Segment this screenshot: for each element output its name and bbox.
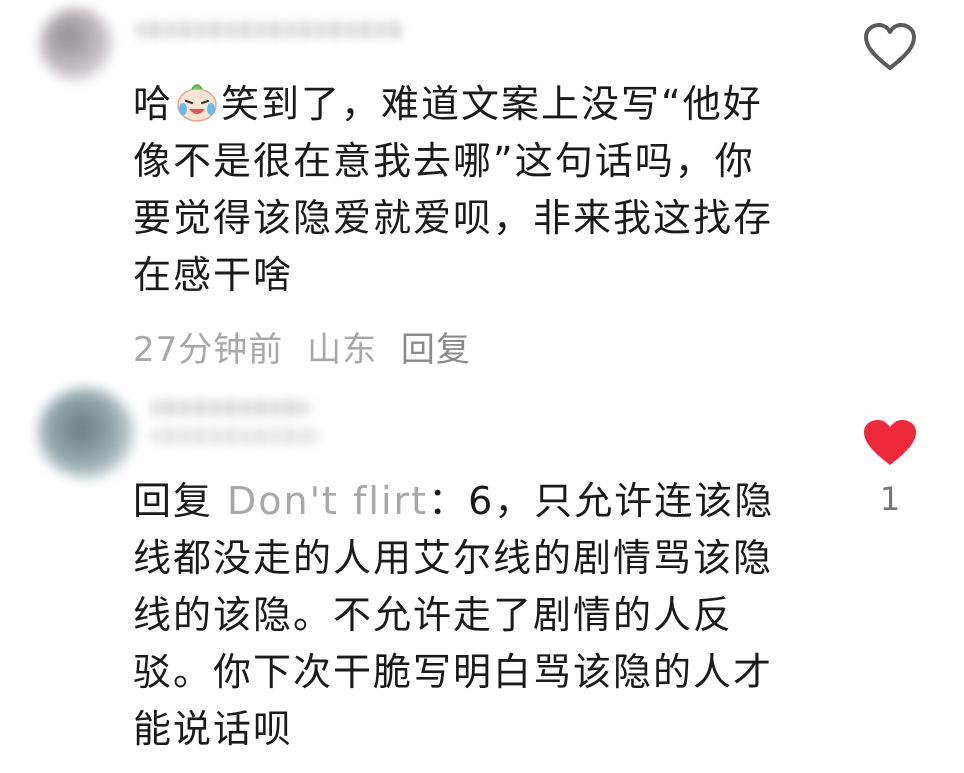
comment-time: 27分钟前 [133,330,284,370]
username[interactable] [150,400,310,416]
comment-text: 哈 笑到了，难道文案上没写“他好像不是很在意我去哪”这句话吗，你要觉得该隐爱就爱… [133,76,793,304]
username-extra [150,428,320,444]
like-heart-filled-icon[interactable] [862,418,918,468]
comment-text: 回复 Don't flirt：6，只允许连该隐线都没走的人用艾尔线的剧情骂该隐线的… [133,479,775,751]
avatar[interactable] [40,8,112,80]
comment-location: 山东 [307,330,378,370]
username[interactable] [135,22,405,38]
reply-button[interactable]: 回复 [401,330,471,370]
like-count: 1 [879,480,901,518]
comment-meta: 27分钟前 山东 回复 [133,322,483,371]
laughing-crying-face-icon [175,79,219,123]
reply-to-user-link[interactable]: Don't flirt [227,479,428,523]
like-heart-outline-icon[interactable] [862,22,918,72]
avatar[interactable] [38,388,134,478]
reply-prefix: 回复 [133,479,214,523]
